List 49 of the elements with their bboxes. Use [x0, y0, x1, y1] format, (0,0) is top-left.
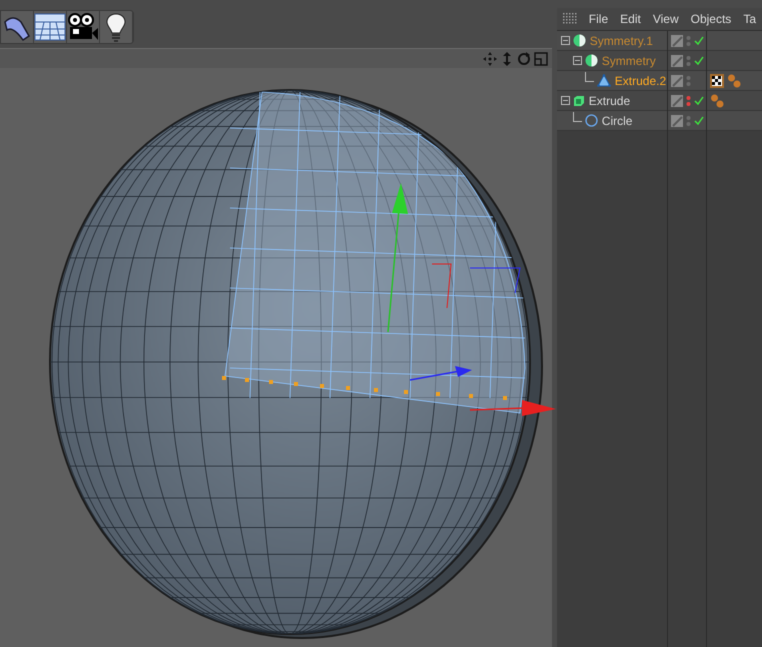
collapse-icon[interactable] [572, 56, 582, 65]
circle-spline-icon [584, 114, 598, 127]
visibility-dots-icon[interactable] [686, 34, 691, 46]
menu-item[interactable]: File [582, 10, 614, 28]
layer-swatch-icon[interactable] [670, 74, 683, 86]
menu-item[interactable]: Edit [614, 10, 647, 28]
check-icon[interactable] [694, 36, 704, 46]
tree-line-icon [572, 112, 582, 122]
layer-swatch-icon[interactable] [670, 34, 683, 46]
floor-grid-icon [34, 13, 66, 41]
visibility-dots-icon[interactable] [686, 114, 691, 126]
visibility-dots-icon[interactable] [686, 54, 691, 66]
collapse-icon[interactable] [560, 36, 570, 45]
view-layout-icon[interactable] [534, 52, 548, 66]
triangle-mesh-icon [596, 74, 611, 87]
half-sphere-icon [584, 54, 598, 67]
menu-item[interactable]: View [646, 10, 685, 28]
layer-swatch-icon[interactable] [670, 54, 683, 66]
object-row[interactable]: Extrude.2 [556, 71, 762, 91]
film-camera-icon [67, 13, 99, 41]
object-name[interactable]: Extrude [588, 92, 630, 110]
object-row[interactable]: Symmetry [556, 51, 762, 71]
object-row[interactable]: Extrude [556, 91, 762, 111]
menu-item[interactable]: Ta [737, 10, 762, 28]
grip-icon[interactable] [562, 13, 577, 25]
visibility-dots-icon[interactable] [686, 74, 691, 86]
check-icon[interactable] [694, 116, 704, 126]
light-bulb-icon [105, 12, 127, 42]
move-view-icon[interactable] [482, 52, 497, 66]
visibility-dots-icon[interactable] [686, 94, 691, 106]
toolbar-button[interactable] [1, 11, 34, 43]
rotate-view-icon[interactable] [516, 52, 531, 66]
menu-item[interactable]: Objects [684, 10, 738, 28]
check-icon[interactable] [694, 96, 704, 106]
layer-swatch-icon[interactable] [670, 94, 683, 106]
collapse-icon[interactable] [560, 96, 570, 105]
checker-texture-tag-icon[interactable] [710, 74, 724, 88]
object-name[interactable]: Symmetry [602, 52, 656, 70]
half-sphere-icon [572, 34, 586, 47]
layer-swatch-icon[interactable] [670, 114, 683, 126]
two-balls-tag-icon[interactable] [710, 94, 724, 108]
object-name[interactable]: Extrude.2 [614, 72, 666, 90]
toolbar-button[interactable] [34, 11, 67, 43]
check-icon[interactable] [694, 56, 704, 66]
object-name[interactable]: Circle [602, 112, 632, 130]
cube-icon [572, 94, 585, 106]
toolbar-button[interactable] [67, 11, 100, 43]
tree-line-icon [584, 72, 594, 82]
object-row[interactable]: Circle [556, 111, 762, 131]
